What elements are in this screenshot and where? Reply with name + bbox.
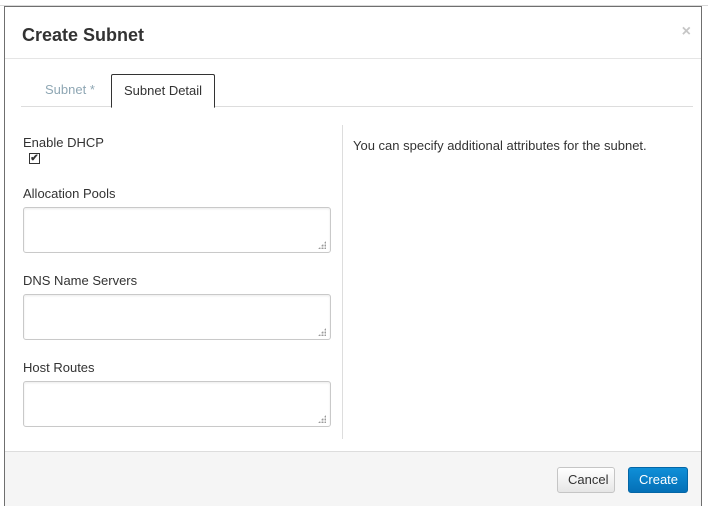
resize-grip-icon[interactable] [318, 328, 326, 336]
column-divider [342, 125, 343, 439]
close-icon[interactable]: × [682, 23, 691, 41]
create-button[interactable]: Create [628, 467, 688, 493]
dns-name-servers-textarea[interactable] [23, 294, 331, 340]
host-routes-label: Host Routes [23, 360, 95, 375]
modal-footer: Cancel Create [5, 451, 701, 506]
modal-title: Create Subnet [22, 25, 145, 45]
host-routes-textarea[interactable] [23, 381, 331, 427]
cancel-button[interactable]: Cancel [557, 467, 615, 493]
tab-bar: Subnet * Subnet Detail [21, 74, 693, 108]
resize-grip-icon[interactable] [318, 415, 326, 423]
modal-header: Create Subnet × [5, 7, 701, 59]
enable-dhcp-checkbox[interactable]: ✔ [29, 153, 40, 164]
tab-subnet-detail[interactable]: Subnet Detail [111, 74, 216, 108]
help-text: You can specify additional attributes fo… [353, 138, 647, 153]
resize-grip-icon[interactable] [318, 241, 326, 249]
enable-dhcp-label: Enable DHCP [23, 135, 104, 150]
dns-name-servers-label: DNS Name Servers [23, 273, 138, 288]
allocation-pools-textarea[interactable] [23, 207, 331, 253]
create-subnet-modal: Create Subnet × Subnet * Subnet Detail E… [4, 6, 702, 506]
tab-subnet[interactable]: Subnet * [33, 74, 107, 107]
allocation-pools-label: Allocation Pools [23, 186, 116, 201]
